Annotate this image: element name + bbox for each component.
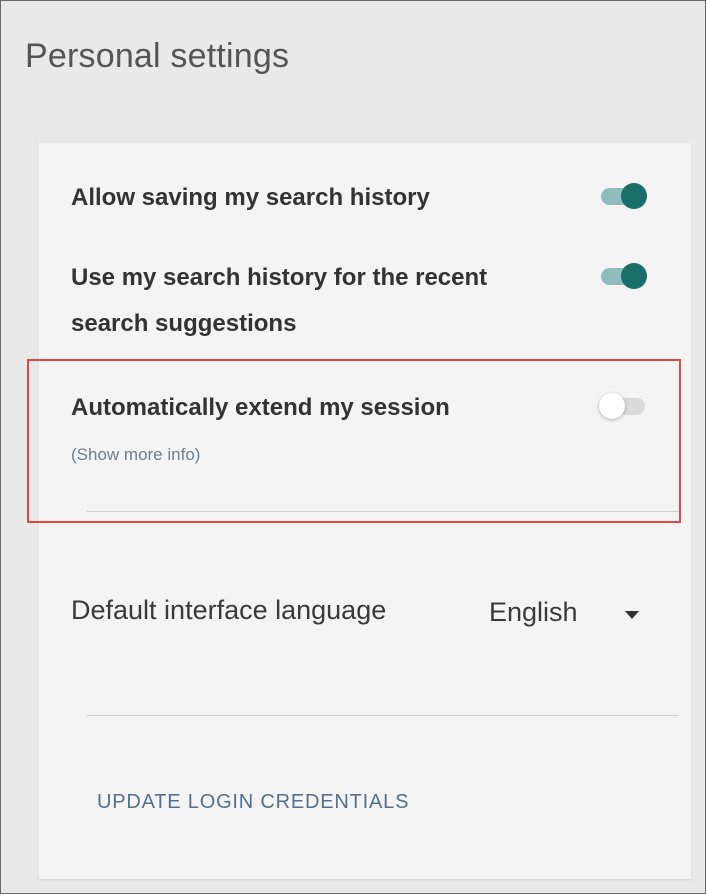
save-history-toggle[interactable] (601, 183, 647, 209)
extend-session-toggle[interactable] (599, 393, 647, 419)
toggle-knob (621, 263, 647, 289)
save-history-label: Allow saving my search history (71, 184, 430, 211)
divider (87, 715, 679, 716)
update-credentials-link[interactable]: UPDATE LOGIN CREDENTIALS (97, 791, 409, 814)
page-title: Personal settings (25, 37, 290, 75)
language-select[interactable]: English (489, 595, 659, 635)
use-history-toggle[interactable] (601, 263, 647, 289)
use-history-label-line1: Use my search history for the recent (71, 264, 488, 291)
show-more-info-link[interactable]: (Show more info) (71, 445, 200, 465)
divider (87, 511, 679, 512)
caret-down-icon (625, 611, 639, 619)
toggle-knob (599, 393, 625, 419)
settings-frame: Personal settings Allow saving my search… (0, 0, 706, 894)
use-history-label-line2: search suggestions (71, 310, 297, 337)
language-value: English (489, 597, 578, 627)
toggle-knob (621, 183, 647, 209)
settings-card: Allow saving my search history Use my se… (27, 143, 691, 879)
highlight-box (27, 359, 681, 523)
language-label: Default interface language (71, 595, 387, 625)
extend-session-label: Automatically extend my session (71, 394, 450, 421)
